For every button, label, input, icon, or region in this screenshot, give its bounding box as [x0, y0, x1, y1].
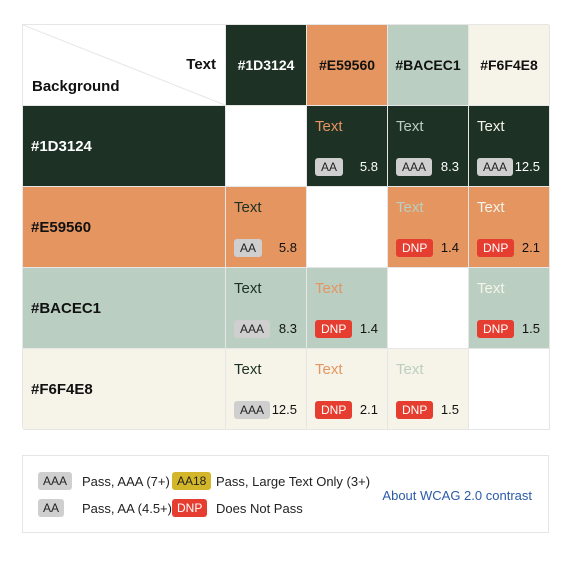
sample-text: Text — [477, 118, 505, 135]
contrast-cell: Text AAA 8.3 — [226, 268, 307, 349]
contrast-ratio: 5.8 — [359, 159, 378, 174]
legend-aa-badge: AA — [38, 499, 65, 517]
sample-text: Text — [234, 280, 262, 297]
contrast-ratio: 2.1 — [521, 240, 540, 255]
sample-text: Text — [234, 361, 262, 378]
background-axis-label: Background — [32, 78, 120, 95]
column-header-0: #1D3124 — [226, 25, 307, 106]
empty-cell — [469, 349, 550, 430]
wcag-info-link[interactable]: About WCAG 2.0 contrast — [382, 488, 532, 503]
sample-text: Text — [396, 361, 424, 378]
contrast-badge: DNP — [396, 401, 434, 419]
contrast-ratio: 1.4 — [359, 321, 378, 336]
empty-cell — [226, 106, 307, 187]
contrast-grid: Text Background #1D3124 #E59560 #BACEC1 #F6… — [22, 24, 550, 430]
contrast-cell: Text DNP 1.5 — [388, 349, 469, 430]
sample-text: Text — [396, 118, 424, 135]
sample-text: Text — [315, 280, 343, 297]
contrast-badge: DNP — [315, 401, 353, 419]
contrast-badge: AAA — [477, 158, 514, 176]
contrast-cell: Text DNP 2.1 — [307, 349, 388, 430]
contrast-badge: AAA — [396, 158, 433, 176]
column-header-3: #F6F4E8 — [469, 25, 550, 106]
legend-aaa-text: Pass, AAA (7+) — [82, 474, 170, 489]
contrast-ratio: 5.8 — [278, 240, 297, 255]
contrast-cell: Text DNP 2.1 — [469, 187, 550, 268]
contrast-ratio: 1.5 — [521, 321, 540, 336]
contrast-cell: Text DNP 1.4 — [388, 187, 469, 268]
contrast-cell: Text DNP 1.4 — [307, 268, 388, 349]
contrast-cell: Text AAA 12.5 — [469, 106, 550, 187]
column-header-2: #BACEC1 — [388, 25, 469, 106]
corner-header-cell: Text Background — [23, 25, 226, 106]
legend-dnp-text: Does Not Pass — [216, 501, 303, 516]
contrast-badge: AA — [234, 239, 263, 257]
legend-panel: AAA Pass, AAA (7+) AA18 Pass, Large Text… — [22, 455, 549, 533]
row-header-2: #BACEC1 — [23, 268, 226, 349]
contrast-cell: Text AA 5.8 — [307, 106, 388, 187]
sample-text: Text — [477, 199, 505, 216]
contrast-cell: Text AA 5.8 — [226, 187, 307, 268]
empty-cell — [307, 187, 388, 268]
legend-aa18-text: Pass, Large Text Only (3+) — [216, 474, 371, 489]
legend-dnp-badge: DNP — [172, 499, 208, 517]
sample-text: Text — [315, 361, 343, 378]
contrast-badge: AAA — [234, 320, 271, 338]
contrast-ratio: 12.5 — [514, 159, 540, 174]
legend-aa18-badge: AA18 — [172, 472, 212, 490]
contrast-ratio: 12.5 — [271, 402, 297, 417]
contrast-cell: Text AAA 8.3 — [388, 106, 469, 187]
contrast-ratio: 8.3 — [278, 321, 297, 336]
row-header-3: #F6F4E8 — [23, 349, 226, 430]
text-axis-label: Text — [186, 56, 216, 73]
contrast-badge: AA — [315, 158, 344, 176]
legend-aaa-badge: AAA — [38, 472, 73, 490]
sample-text: Text — [477, 280, 505, 297]
contrast-badge: AAA — [234, 401, 271, 419]
sample-text: Text — [315, 118, 343, 135]
contrast-ratio: 8.3 — [440, 159, 459, 174]
contrast-badge: DNP — [396, 239, 434, 257]
sample-text: Text — [234, 199, 262, 216]
empty-cell — [388, 268, 469, 349]
contrast-cell: Text AAA 12.5 — [226, 349, 307, 430]
row-header-0: #1D3124 — [23, 106, 226, 187]
row-header-1: #E59560 — [23, 187, 226, 268]
contrast-badge: DNP — [477, 239, 515, 257]
contrast-ratio: 1.4 — [440, 240, 459, 255]
legend-aa-text: Pass, AA (4.5+) — [82, 501, 172, 516]
contrast-cell: Text DNP 1.5 — [469, 268, 550, 349]
contrast-badge: DNP — [315, 320, 353, 338]
contrast-badge: DNP — [477, 320, 515, 338]
contrast-ratio: 2.1 — [359, 402, 378, 417]
column-header-1: #E59560 — [307, 25, 388, 106]
contrast-ratio: 1.5 — [440, 402, 459, 417]
sample-text: Text — [396, 199, 424, 216]
